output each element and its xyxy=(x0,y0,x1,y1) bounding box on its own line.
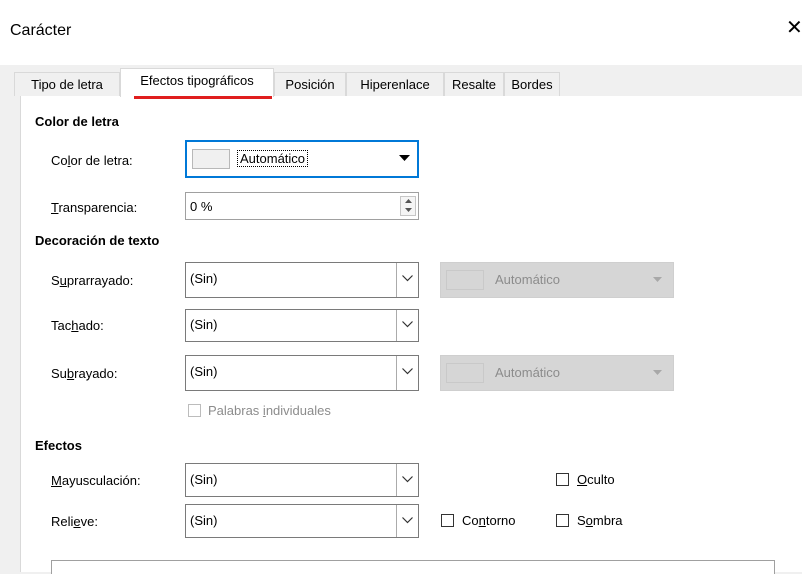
transparency-value: 0 % xyxy=(190,199,213,214)
spin-up-icon[interactable] xyxy=(405,199,412,203)
individual-words-label: Palabras individuales xyxy=(208,403,331,418)
chevron-down-icon xyxy=(402,476,413,483)
outline-label: Contorno xyxy=(462,513,516,528)
relief-label: Relieve: xyxy=(51,514,98,529)
close-icon[interactable]: ✕ xyxy=(786,18,802,38)
tab-font-effects[interactable]: Efectos tipográficos xyxy=(120,68,274,97)
dropdown-arrow-icon xyxy=(653,277,662,282)
active-tab-indicator xyxy=(134,96,272,99)
strikethrough-dropdown[interactable]: (Sin) xyxy=(185,309,419,342)
tab-highlighting[interactable]: Resalte xyxy=(444,72,504,96)
color-swatch xyxy=(446,363,484,383)
title-bar: Carácter ✕ xyxy=(0,0,802,65)
overline-color-dropdown[interactable]: Automático xyxy=(440,262,674,298)
case-value: (Sin) xyxy=(190,472,218,487)
hidden-label: Oculto xyxy=(577,472,615,487)
underline-label: Subrayado: xyxy=(51,366,118,381)
outline-checkbox[interactable] xyxy=(441,514,454,527)
font-color-value: Automático xyxy=(237,150,309,167)
relief-value: (Sin) xyxy=(190,513,218,528)
spin-buttons[interactable] xyxy=(400,196,416,216)
dropdown-button[interactable] xyxy=(396,505,418,537)
dropdown-arrow-icon xyxy=(653,370,662,375)
chevron-down-icon xyxy=(402,321,413,328)
transparency-spinbox[interactable]: 0 % xyxy=(185,192,419,220)
overline-color-value: Automático xyxy=(495,272,561,287)
window-title: Carácter xyxy=(10,22,72,39)
case-dropdown[interactable]: (Sin) xyxy=(185,463,419,497)
underline-dropdown[interactable]: (Sin) xyxy=(185,355,419,391)
dropdown-button[interactable] xyxy=(396,464,418,496)
chevron-down-icon xyxy=(402,275,413,282)
case-label: Mayusculación: xyxy=(51,473,141,488)
color-swatch xyxy=(446,270,484,290)
overline-label: Suprarrayado: xyxy=(51,273,134,288)
effects-heading: Efectos xyxy=(35,438,82,453)
font-color-heading: Color de letra xyxy=(35,114,119,129)
hidden-checkbox[interactable] xyxy=(556,473,569,486)
strikethrough-value: (Sin) xyxy=(190,317,218,332)
individual-words-checkbox[interactable] xyxy=(188,404,201,417)
chevron-down-icon xyxy=(402,517,413,524)
tab-borders[interactable]: Bordes xyxy=(504,72,560,96)
spin-down-icon[interactable] xyxy=(405,208,412,212)
dropdown-button[interactable] xyxy=(396,310,418,341)
font-color-dropdown[interactable]: Automático xyxy=(185,140,419,178)
transparency-label: Transparencia: xyxy=(51,200,138,215)
underline-color-value: Automático xyxy=(495,365,561,380)
underline-color-dropdown[interactable]: Automático xyxy=(440,355,674,391)
dropdown-arrow-icon xyxy=(399,155,410,161)
dropdown-button[interactable] xyxy=(396,263,418,297)
relief-dropdown[interactable]: (Sin) xyxy=(185,504,419,538)
tab-hyperlink[interactable]: Hiperenlace xyxy=(346,72,444,96)
shadow-label: Sombra xyxy=(577,513,623,528)
overline-value: (Sin) xyxy=(190,271,218,286)
dropdown-button[interactable] xyxy=(396,356,418,390)
text-decoration-heading: Decoración de texto xyxy=(35,233,160,248)
overline-dropdown[interactable]: (Sin) xyxy=(185,262,419,298)
chevron-down-icon xyxy=(402,368,413,375)
tab-position[interactable]: Posición xyxy=(274,72,346,96)
color-swatch xyxy=(192,149,230,169)
tab-font[interactable]: Tipo de letra xyxy=(14,72,120,96)
underline-value: (Sin) xyxy=(190,364,218,379)
font-color-label: Color de letra: xyxy=(51,153,133,168)
strikethrough-label: Tachado: xyxy=(51,318,104,333)
shadow-checkbox[interactable] xyxy=(556,514,569,527)
